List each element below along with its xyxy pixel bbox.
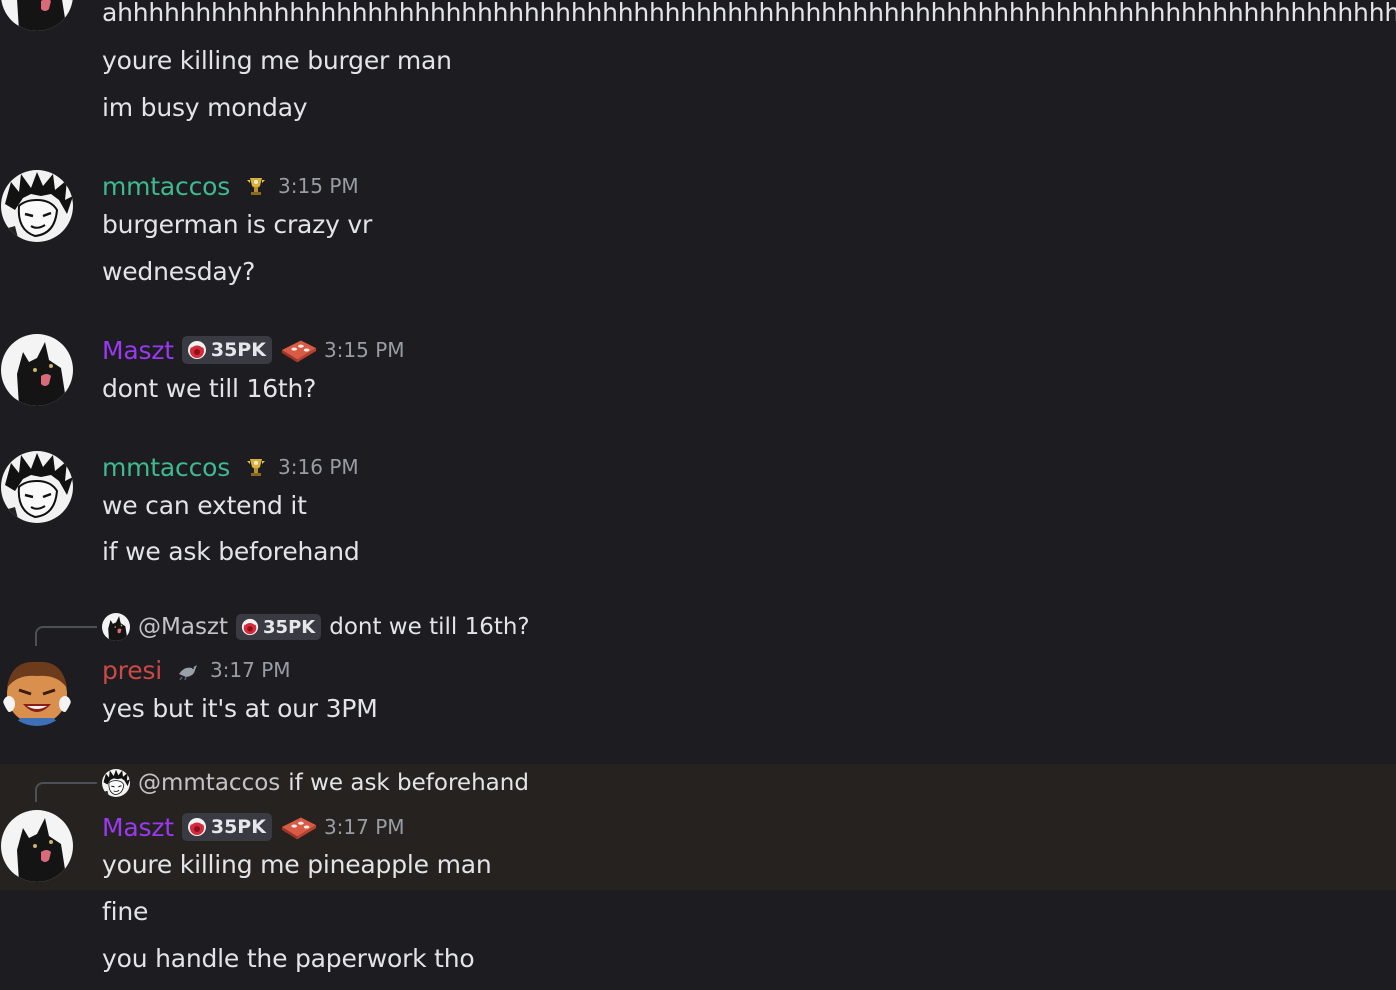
message-line: youre killing me pineapple man — [102, 850, 492, 879]
red-orb-icon — [187, 817, 207, 837]
message-line: dont we till 16th? — [102, 374, 317, 403]
message-header: presi 3:17 PM — [102, 653, 291, 687]
clan-tag[interactable]: 35PK — [181, 336, 272, 364]
username[interactable]: presi — [102, 656, 162, 685]
reply-spine — [35, 782, 97, 802]
message-line: yes but it's at our 3PM — [102, 694, 378, 723]
message-line: im busy monday — [102, 93, 308, 122]
reply-mention[interactable]: @mmtaccos — [138, 770, 280, 796]
trophy-sparkle-icon[interactable] — [244, 455, 268, 479]
avatar-presi[interactable] — [1, 654, 73, 726]
clan-tag-label: 35PK — [210, 816, 266, 838]
timestamp[interactable]: 3:17 PM — [210, 658, 291, 682]
brick-icon — [280, 336, 318, 364]
clan-tag[interactable]: 35PK — [181, 813, 272, 841]
reply-avatar — [102, 613, 130, 641]
red-orb-icon — [187, 340, 207, 360]
message-header: mmtaccos 3:16 PM — [102, 450, 359, 484]
reply-reference[interactable]: @Maszt 35PK dont we till 16th? — [102, 611, 530, 643]
timestamp[interactable]: 3:15 PM — [324, 338, 405, 362]
bird-icon[interactable] — [176, 658, 200, 682]
username[interactable]: Maszt — [102, 813, 174, 842]
brick-icon — [280, 813, 318, 841]
username[interactable]: Maszt — [102, 336, 174, 365]
clan-tag-label: 35PK — [210, 339, 266, 361]
message-header: Maszt 35PK 3:17 PM — [102, 810, 405, 844]
timestamp[interactable]: 3:15 PM — [278, 174, 359, 198]
message-line: you handle the paperwork tho — [102, 944, 475, 973]
avatar-maszt[interactable] — [1, 810, 73, 882]
reply-reference[interactable]: @mmtaccos if we ask beforehand — [102, 767, 529, 799]
avatar-mmtaccos[interactable] — [1, 451, 73, 523]
message-line: wednesday? — [102, 257, 256, 286]
reply-text[interactable]: dont we till 16th? — [329, 614, 529, 640]
message-line: burgerman is crazy vr — [102, 210, 373, 239]
message-line: we can extend it — [102, 491, 307, 520]
username[interactable]: mmtaccos — [102, 172, 230, 201]
reply-mention[interactable]: @Maszt — [138, 614, 228, 640]
clan-tag[interactable]: 35PK — [236, 614, 322, 640]
message-header: Maszt 35PK 3:15 PM — [102, 333, 405, 367]
timestamp[interactable]: 3:17 PM — [324, 815, 405, 839]
reply-avatar — [102, 769, 130, 797]
message-line: fine — [102, 897, 149, 926]
username[interactable]: mmtaccos — [102, 453, 230, 482]
red-orb-icon — [241, 618, 259, 636]
reply-spine — [35, 626, 97, 646]
avatar-mmtaccos[interactable] — [1, 170, 73, 242]
message-line: youre killing me burger man — [102, 46, 452, 75]
reply-text[interactable]: if we ask beforehand — [288, 770, 529, 796]
trophy-sparkle-icon[interactable] — [244, 174, 268, 198]
message-header: mmtaccos 3:15 PM — [102, 169, 359, 203]
avatar-previous-author[interactable] — [1, 0, 73, 31]
clan-tag-label: 35PK — [263, 616, 316, 638]
timestamp[interactable]: 3:16 PM — [278, 455, 359, 479]
message-line: ahhhhhhhhhhhhhhhhhhhhhhhhhhhhhhhhhhhhhhh… — [102, 0, 1396, 27]
message-line: if we ask beforehand — [102, 537, 360, 566]
chat-message-list: ahhhhhhhhhhhhhhhhhhhhhhhhhhhhhhhhhhhhhhh… — [0, 0, 1396, 990]
avatar-maszt[interactable] — [1, 334, 73, 406]
